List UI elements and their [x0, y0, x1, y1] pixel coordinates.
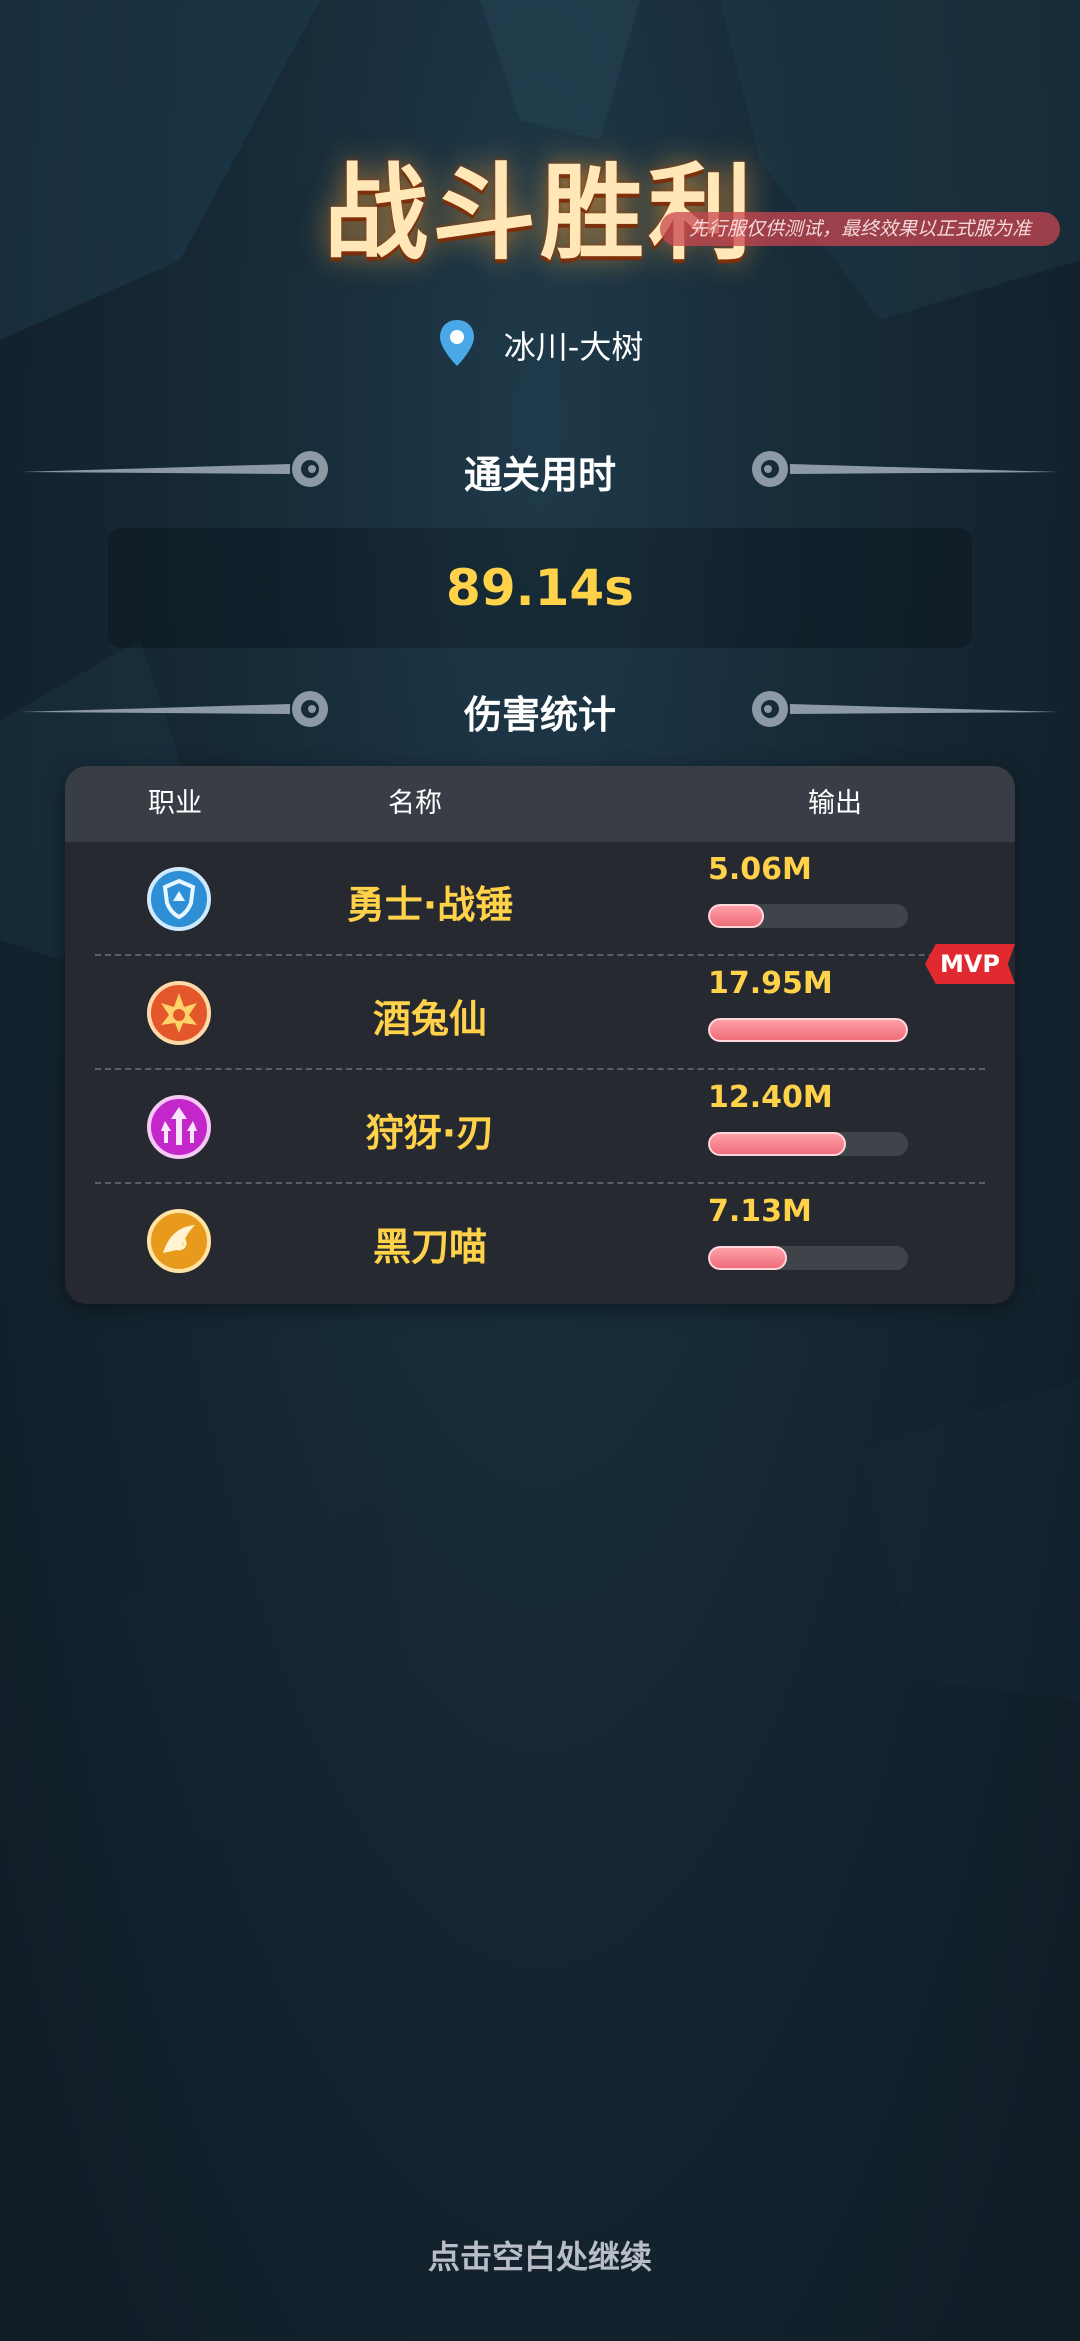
table-row[interactable]: 酒兔仙 17.95M MVP — [65, 944, 1015, 1070]
blade-class-icon — [147, 1209, 211, 1273]
header-output: 输出 — [808, 788, 862, 819]
test-server-notice: 先行服仅供测试，最终效果以正式服为准 — [660, 212, 1060, 246]
shield-class-icon — [147, 867, 211, 931]
table-header: 职业 名称 输出 — [65, 766, 1015, 842]
victory-title: 战斗胜利 — [323, 151, 756, 274]
right-swirl-ornament-icon — [752, 691, 1060, 727]
tap-to-continue[interactable]: 点击空白处继续 — [0, 2232, 1080, 2278]
header-class: 职业 — [148, 788, 202, 819]
mvp-badge: MVP — [925, 944, 1015, 984]
damage-bar — [708, 1018, 908, 1042]
clear-time-value: 89.14s — [108, 528, 972, 648]
damage-bar-fill — [708, 1246, 788, 1270]
character-name: 酒兔仙 — [372, 997, 487, 1041]
damage-bar — [708, 904, 908, 928]
right-swirl-ornament-icon — [752, 451, 1060, 487]
damage-bar — [708, 1132, 908, 1156]
flame-class-icon — [147, 981, 211, 1045]
location-pin-icon — [437, 318, 477, 372]
character-name: 黑刀喵 — [372, 1225, 487, 1269]
table-row[interactable]: 勇士·战锤 5.06M — [65, 842, 1015, 956]
damage-value: 17.95M — [708, 966, 833, 1001]
damage-bar-fill — [708, 1018, 908, 1042]
damage-bar-fill — [708, 1132, 847, 1156]
character-name: 狩犽·刃 — [365, 1111, 495, 1155]
damage-section-header: 伤害统计 — [0, 676, 1080, 737]
damage-value: 5.06M — [708, 852, 812, 887]
location-name: 冰川-大树 — [503, 328, 644, 366]
damage-bar — [708, 1246, 908, 1270]
map-location: 冰川-大树 — [0, 318, 1080, 372]
time-section-header: 通关用时 — [0, 436, 1080, 497]
arrows-class-icon — [147, 1095, 211, 1159]
damage-value: 12.40M — [708, 1080, 833, 1115]
character-name: 勇士·战锤 — [346, 883, 514, 927]
damage-value: 7.13M — [708, 1194, 812, 1229]
damage-bar-fill — [708, 904, 765, 928]
table-row[interactable]: 黑刀喵 7.13M — [65, 1184, 1015, 1298]
table-row[interactable]: 狩犽·刃 12.40M — [65, 1070, 1015, 1184]
header-name: 名称 — [388, 788, 442, 819]
damage-table: 职业 名称 输出 勇士·战锤 5.06M 酒兔仙 17.95M MVP 狩犽·刃… — [65, 766, 1015, 1304]
